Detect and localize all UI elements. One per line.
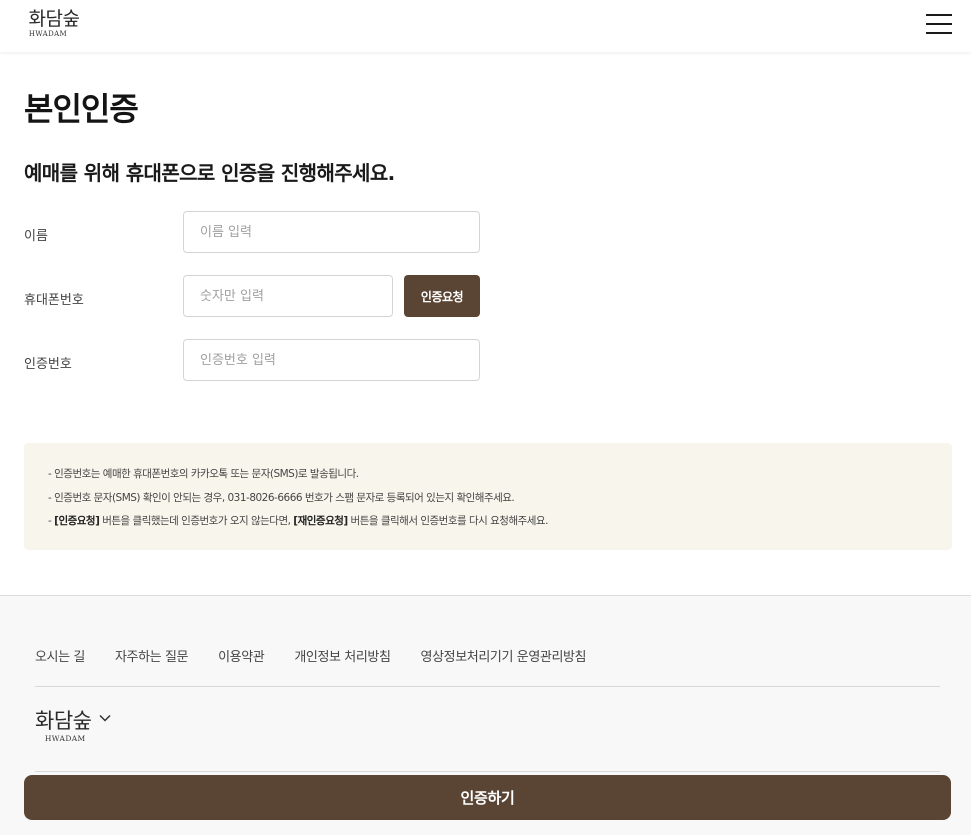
header: 화담숲 HWADAM [0, 0, 971, 52]
page-title: 본인인증 [24, 90, 139, 128]
hamburger-menu-icon[interactable] [926, 13, 952, 35]
footer-logo-dropdown[interactable]: 화담숲 HWADAM [35, 708, 111, 743]
footer-link-faq[interactable]: 자주하는 질문 [115, 646, 188, 665]
phone-input[interactable] [183, 275, 393, 317]
logo[interactable]: 화담숲 HWADAM [24, 8, 84, 39]
footer-link-privacy[interactable]: 개인정보 처리방침 [294, 646, 391, 665]
footer-link-cctv-policy[interactable]: 영상정보처리기기 운영관리방침 [421, 646, 587, 665]
page-subtitle: 예매를 위해 휴대폰으로 인증을 진행해주세요. [24, 161, 395, 185]
footer-logo-english: HWADAM [44, 734, 86, 743]
code-input[interactable] [183, 339, 480, 381]
name-label: 이름 [24, 229, 48, 244]
notice-box: 인증번호는 예매한 휴대폰번호의 카카오톡 또는 문자(SMS)로 발송됩니다.… [24, 443, 952, 550]
footer-divider [35, 686, 940, 687]
footer-link-terms[interactable]: 이용약관 [218, 646, 265, 665]
request-code-button[interactable]: 인증요청 [404, 275, 480, 317]
footer-logo-korean: 화담숲 [35, 709, 92, 733]
notice-item: 인증번호 문자(SMS) 확인이 안되는 경우, 031-8026-6666 번… [48, 487, 952, 511]
footer-link-directions[interactable]: 오시는 길 [35, 646, 85, 665]
code-label: 인증번호 [24, 357, 72, 372]
verify-submit-button[interactable]: 인증하기 [24, 775, 951, 820]
phone-label: 휴대폰번호 [24, 293, 84, 308]
footer-links: 오시는 길 자주하는 질문 이용약관 개인정보 처리방침 영상정보처리기기 운영… [35, 646, 616, 665]
logo-korean: 화담숲 [28, 8, 80, 30]
chevron-down-icon [99, 714, 111, 722]
notice-item: 인증번호는 예매한 휴대폰번호의 카카오톡 또는 문자(SMS)로 발송됩니다. [48, 463, 952, 487]
footer-divider [35, 771, 940, 772]
name-input[interactable] [183, 211, 480, 253]
logo-english: HWADAM [28, 30, 68, 38]
notice-item: [인증요청] 버튼을 클릭했는데 인증번호가 오지 않는다면, [재인증요청] … [48, 510, 952, 534]
